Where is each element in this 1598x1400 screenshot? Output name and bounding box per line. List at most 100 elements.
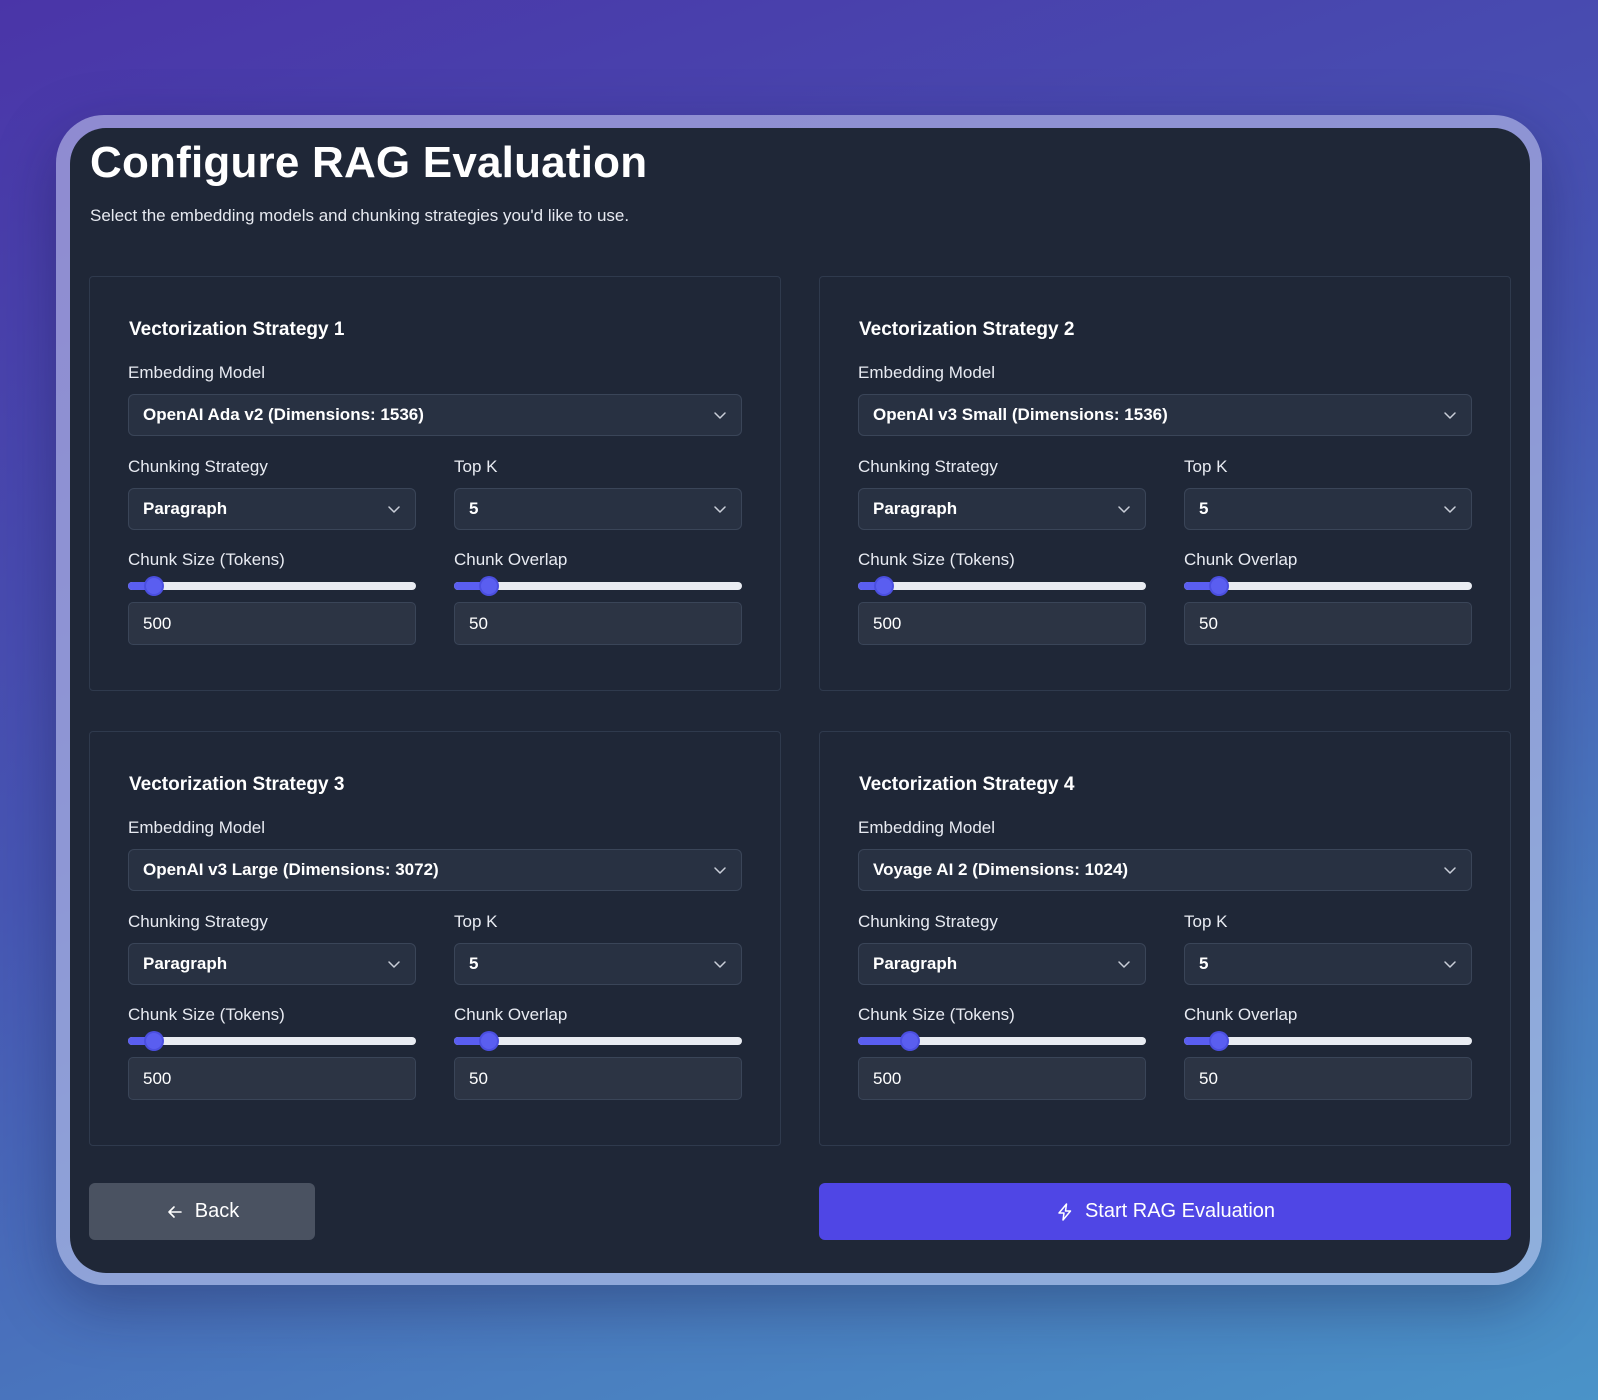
- embedding-model-label: Embedding Model: [858, 818, 996, 837]
- embedding-model-value: OpenAI Ada v2 (Dimensions: 1536): [143, 405, 424, 424]
- chunking-strategy-select[interactable]: Paragraph: [128, 943, 416, 985]
- chunk-overlap-label: Chunk Overlap: [454, 550, 568, 569]
- chevron-down-icon: [1118, 506, 1130, 513]
- strategy-title: Vectorization Strategy 3: [129, 774, 345, 795]
- arrow-left-icon: [167, 1205, 182, 1218]
- top-k-value: 5: [1199, 954, 1209, 973]
- slider-track: [1184, 1037, 1472, 1045]
- slider-thumb[interactable]: [1210, 1033, 1227, 1049]
- chunk-size-value: 500: [143, 613, 172, 633]
- strategy-title: Vectorization Strategy 1: [129, 319, 345, 340]
- slider-thumb[interactable]: [875, 578, 892, 594]
- top-k-value: 5: [1199, 499, 1209, 518]
- strategy-title: Vectorization Strategy 4: [859, 774, 1075, 795]
- chunking-strategy-value: Paragraph: [873, 499, 958, 518]
- chunking-strategy-value: Paragraph: [143, 499, 228, 518]
- slider-thumb[interactable]: [480, 578, 497, 594]
- strategy-title: Vectorization Strategy 2: [859, 319, 1075, 340]
- chunk-overlap-value: 50: [1199, 613, 1218, 633]
- strategy-card-2: Vectorization Strategy 2 Embedding Model…: [819, 276, 1511, 691]
- strategy-card-4: Vectorization Strategy 4 Embedding Model…: [819, 731, 1511, 1146]
- back-button-label: Back: [194, 1200, 240, 1222]
- chunk-overlap-slider[interactable]: [1184, 1031, 1472, 1051]
- page-subtitle: Select the embedding models and chunking…: [90, 206, 630, 225]
- embedding-model-select[interactable]: OpenAI v3 Small (Dimensions: 1536): [858, 394, 1472, 436]
- chunk-overlap-input[interactable]: 50: [454, 602, 742, 645]
- chunk-size-value: 500: [873, 613, 902, 633]
- config-panel: Configure RAG Evaluation Select the embe…: [70, 128, 1530, 1273]
- chunk-overlap-slider[interactable]: [1184, 576, 1472, 596]
- slider-track: [858, 582, 1146, 590]
- chunk-overlap-label: Chunk Overlap: [1184, 1005, 1298, 1024]
- lightning-icon: [1058, 1202, 1072, 1221]
- chunk-overlap-slider[interactable]: [454, 1031, 742, 1051]
- slider-track: [128, 1037, 416, 1045]
- chunking-strategy-label: Chunking Strategy: [858, 457, 998, 476]
- start-rag-evaluation-button[interactable]: Start RAG Evaluation: [819, 1183, 1511, 1240]
- slider-thumb[interactable]: [145, 1033, 162, 1049]
- chunk-overlap-slider[interactable]: [454, 576, 742, 596]
- chunking-strategy-select[interactable]: Paragraph: [858, 943, 1146, 985]
- top-k-select[interactable]: 5: [1184, 488, 1472, 530]
- top-k-label: Top K: [454, 457, 498, 476]
- embedding-model-select[interactable]: Voyage AI 2 (Dimensions: 1024): [858, 849, 1472, 891]
- chevron-down-icon: [1444, 961, 1456, 968]
- strategy-card-1: Vectorization Strategy 1 Embedding Model…: [89, 276, 781, 691]
- chunk-size-label: Chunk Size (Tokens): [858, 550, 1015, 569]
- embedding-model-value: Voyage AI 2 (Dimensions: 1024): [873, 860, 1129, 879]
- top-k-select[interactable]: 5: [454, 943, 742, 985]
- slider-track: [128, 582, 416, 590]
- slider-thumb[interactable]: [145, 578, 162, 594]
- top-k-value: 5: [469, 499, 479, 518]
- chevron-down-icon: [1444, 506, 1456, 513]
- chunking-strategy-select[interactable]: Paragraph: [858, 488, 1146, 530]
- chunk-size-slider[interactable]: [128, 1031, 416, 1051]
- chunking-strategy-label: Chunking Strategy: [858, 912, 998, 931]
- slider-thumb[interactable]: [901, 1033, 918, 1049]
- slider-track: [454, 1037, 742, 1045]
- top-k-value: 5: [469, 954, 479, 973]
- chunk-size-input[interactable]: 500: [128, 602, 416, 645]
- slider-track: [454, 582, 742, 590]
- chunk-size-slider[interactable]: [128, 576, 416, 596]
- chunk-overlap-label: Chunk Overlap: [1184, 550, 1298, 569]
- chevron-down-icon: [714, 506, 726, 513]
- top-k-label: Top K: [1184, 912, 1228, 931]
- chunking-strategy-select[interactable]: Paragraph: [128, 488, 416, 530]
- top-k-label: Top K: [1184, 457, 1228, 476]
- top-k-select[interactable]: 5: [1184, 943, 1472, 985]
- chunk-overlap-value: 50: [469, 613, 488, 633]
- chunking-strategy-value: Paragraph: [143, 954, 228, 973]
- embedding-model-value: OpenAI v3 Small (Dimensions: 1536): [873, 405, 1168, 424]
- chunk-overlap-label: Chunk Overlap: [454, 1005, 568, 1024]
- chunk-overlap-input[interactable]: 50: [1184, 1057, 1472, 1100]
- embedding-model-select[interactable]: OpenAI v3 Large (Dimensions: 3072): [128, 849, 742, 891]
- chunk-size-label: Chunk Size (Tokens): [858, 1005, 1015, 1024]
- chunking-strategy-value: Paragraph: [873, 954, 958, 973]
- chunk-size-value: 500: [873, 1068, 902, 1088]
- chunking-strategy-label: Chunking Strategy: [128, 457, 268, 476]
- chunk-size-slider[interactable]: [858, 1031, 1146, 1051]
- chevron-down-icon: [1444, 412, 1456, 419]
- chunk-overlap-value: 50: [1199, 1068, 1218, 1088]
- chunk-size-input[interactable]: 500: [128, 1057, 416, 1100]
- chevron-down-icon: [714, 961, 726, 968]
- top-k-label: Top K: [454, 912, 498, 931]
- chevron-down-icon: [388, 506, 400, 513]
- chunk-size-input[interactable]: 500: [858, 1057, 1146, 1100]
- slider-thumb[interactable]: [480, 1033, 497, 1049]
- top-k-select[interactable]: 5: [454, 488, 742, 530]
- slider-thumb[interactable]: [1210, 578, 1227, 594]
- chunk-size-slider[interactable]: [858, 576, 1146, 596]
- chunk-overlap-input[interactable]: 50: [1184, 602, 1472, 645]
- chevron-down-icon: [1444, 867, 1456, 874]
- back-button[interactable]: Back: [89, 1183, 315, 1240]
- chunk-overlap-input[interactable]: 50: [454, 1057, 742, 1100]
- chunk-overlap-value: 50: [469, 1068, 488, 1088]
- page-title: Configure RAG Evaluation: [90, 138, 648, 187]
- chunk-size-input[interactable]: 500: [858, 602, 1146, 645]
- embedding-model-label: Embedding Model: [128, 818, 266, 837]
- chunking-strategy-label: Chunking Strategy: [128, 912, 268, 931]
- strategy-card-3: Vectorization Strategy 3 Embedding Model…: [89, 731, 781, 1146]
- embedding-model-select[interactable]: OpenAI Ada v2 (Dimensions: 1536): [128, 394, 742, 436]
